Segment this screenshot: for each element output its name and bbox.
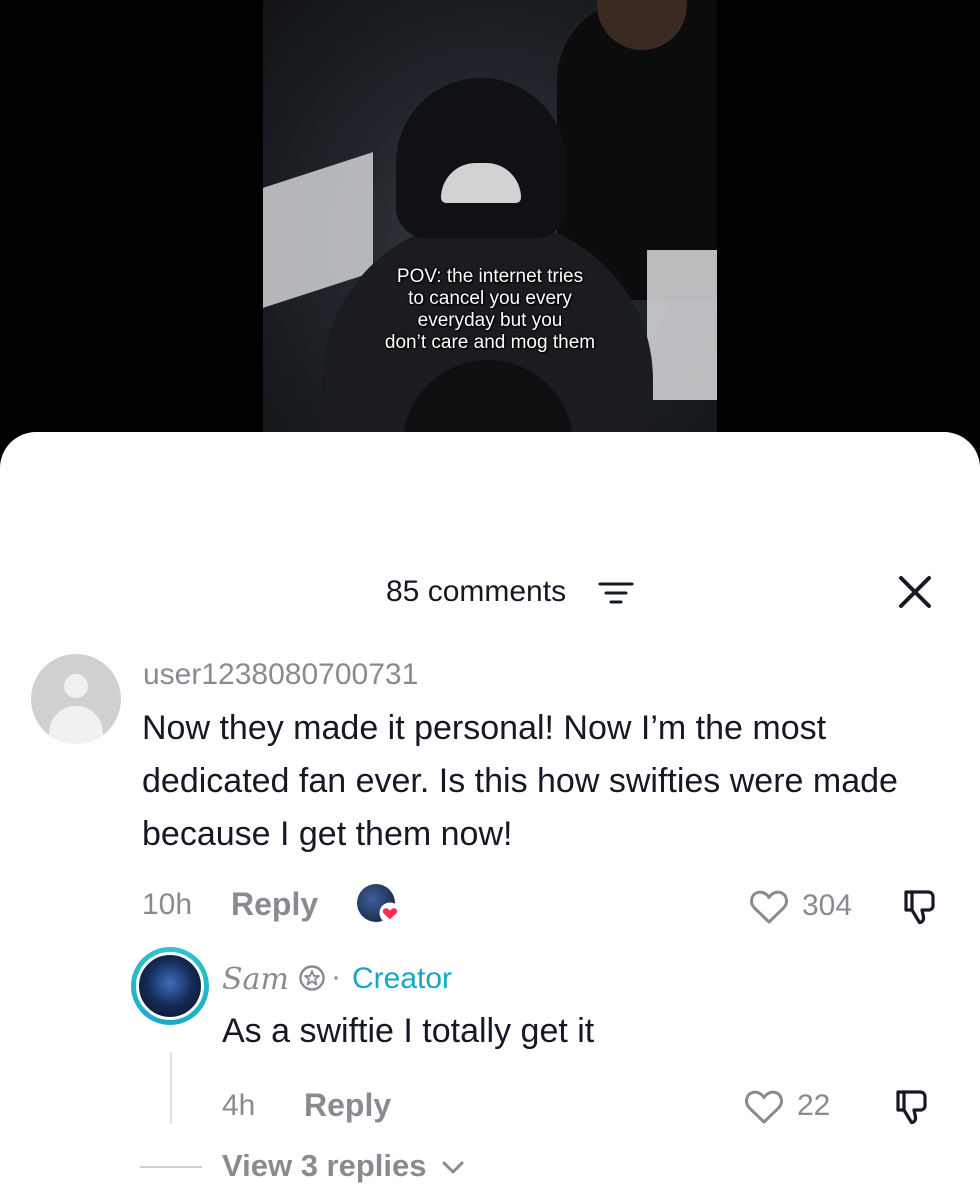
reply-meta: 4h Reply 22	[0, 1084, 980, 1128]
avatar[interactable]	[31, 654, 121, 744]
comment-username[interactable]: user1238080700731	[143, 658, 418, 692]
avatar-body-shape	[49, 706, 103, 744]
caption-line: everyday but you	[417, 310, 563, 331]
avatar-head-shape	[64, 674, 88, 698]
view-replies-divider	[140, 1166, 202, 1168]
creator-avatar-image	[136, 952, 204, 1020]
heart-outline-icon[interactable]	[748, 886, 790, 926]
like-count: 304	[802, 889, 853, 922]
reply-time: 4h	[222, 1089, 256, 1122]
reply-text: As a swiftie I totally get it	[222, 1012, 595, 1050]
star-badge-icon	[299, 965, 325, 991]
caption-line: POV: the internet tries	[396, 266, 584, 287]
comments-header: 85 comments	[0, 572, 980, 612]
separator-dot: ·	[331, 960, 341, 993]
comments-count: 85 comments	[386, 575, 567, 608]
caption-line: to cancel you every	[408, 288, 572, 309]
sort-icon[interactable]	[598, 580, 634, 606]
chevron-down-icon[interactable]	[440, 1160, 466, 1176]
creator-avatar[interactable]	[131, 947, 209, 1025]
comment-text: Now they made it personal! Now I’m the m…	[142, 709, 898, 853]
view-replies-button[interactable]: View 3 replies	[222, 1148, 427, 1184]
reply-to-reply-button[interactable]: Reply	[304, 1087, 391, 1124]
video-subject-cap	[396, 78, 566, 238]
comment-time: 10h	[142, 888, 193, 921]
reply-username[interactable]: Sam	[222, 962, 289, 997]
caption-line: don’t care and mog them	[384, 332, 596, 353]
video-frame[interactable]: POV: the internet tries to cancel you ev…	[263, 0, 717, 440]
comments-sheet: 85 comments user1238080700731 Now they m…	[0, 432, 980, 1199]
cap-patch	[441, 163, 521, 203]
creator-badge: Creator	[352, 962, 453, 995]
close-icon[interactable]	[893, 570, 937, 614]
video-area[interactable]: POV: the internet tries to cancel you ev…	[0, 0, 980, 460]
heart-icon	[379, 902, 401, 924]
reply-button[interactable]: Reply	[231, 886, 318, 923]
video-caption: POV: the internet tries to cancel you ev…	[263, 266, 717, 354]
thumbs-down-icon[interactable]	[898, 884, 942, 928]
heart-outline-icon[interactable]	[743, 1086, 785, 1126]
thumbs-down-icon[interactable]	[890, 1084, 934, 1128]
comment-meta: 10h Reply 304	[0, 884, 980, 928]
reply-like-count: 22	[797, 1089, 831, 1122]
creator-liked-icon	[357, 884, 403, 928]
